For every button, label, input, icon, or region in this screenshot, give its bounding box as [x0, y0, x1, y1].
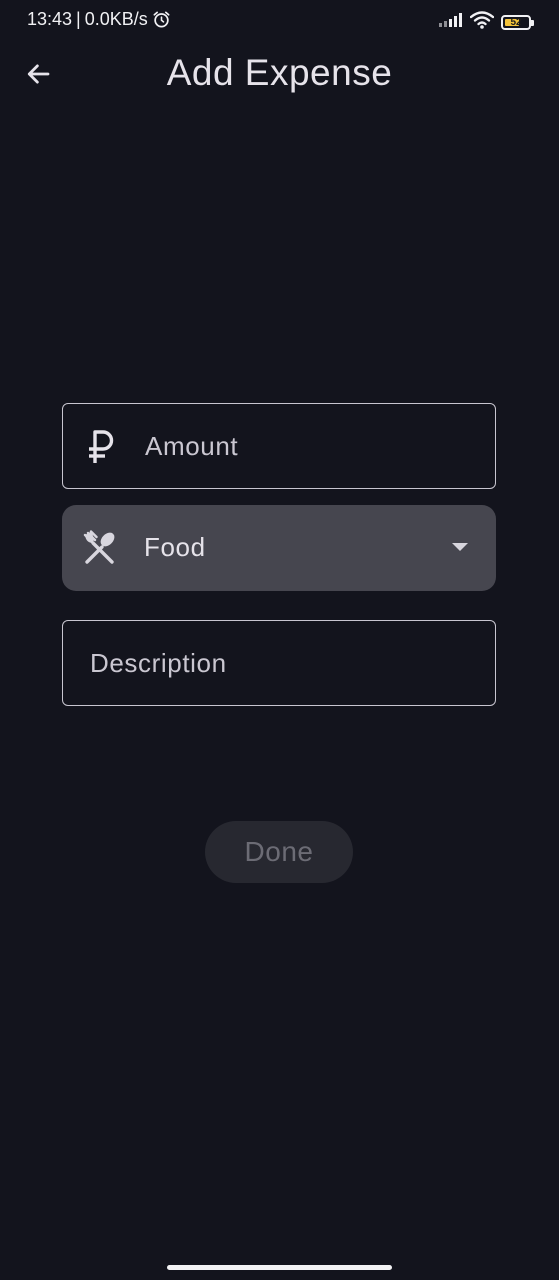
status-bar: 13:43 | 0.0KB/s 52: [0, 0, 559, 42]
ruble-icon: [83, 429, 119, 465]
battery-level: 52: [510, 17, 522, 28]
status-right: 52: [439, 11, 534, 34]
app-bar: Add Expense: [0, 48, 559, 104]
wifi-icon: [469, 11, 495, 34]
status-separator: |: [76, 9, 81, 29]
home-indicator[interactable]: [167, 1265, 392, 1270]
battery-nub: [531, 20, 534, 26]
amount-field[interactable]: [62, 403, 496, 489]
battery-icon: 52: [501, 15, 534, 30]
amount-input[interactable]: [143, 404, 479, 488]
alarm-icon: [152, 10, 171, 29]
status-left: 13:43 | 0.0KB/s: [27, 9, 171, 30]
dropdown-arrow-icon: [452, 543, 468, 551]
description-input[interactable]: [88, 621, 479, 705]
category-dropdown[interactable]: Food: [62, 505, 496, 591]
description-field[interactable]: [62, 620, 496, 706]
status-time: 13:43: [27, 9, 73, 29]
fork-spoon-icon: [82, 530, 118, 566]
category-value: Food: [144, 532, 206, 562]
page-title: Add Expense: [166, 52, 393, 93]
signal-icon: [439, 13, 463, 32]
done-button[interactable]: Done: [205, 821, 353, 883]
network-speed: 0.0KB/s: [84, 9, 148, 29]
